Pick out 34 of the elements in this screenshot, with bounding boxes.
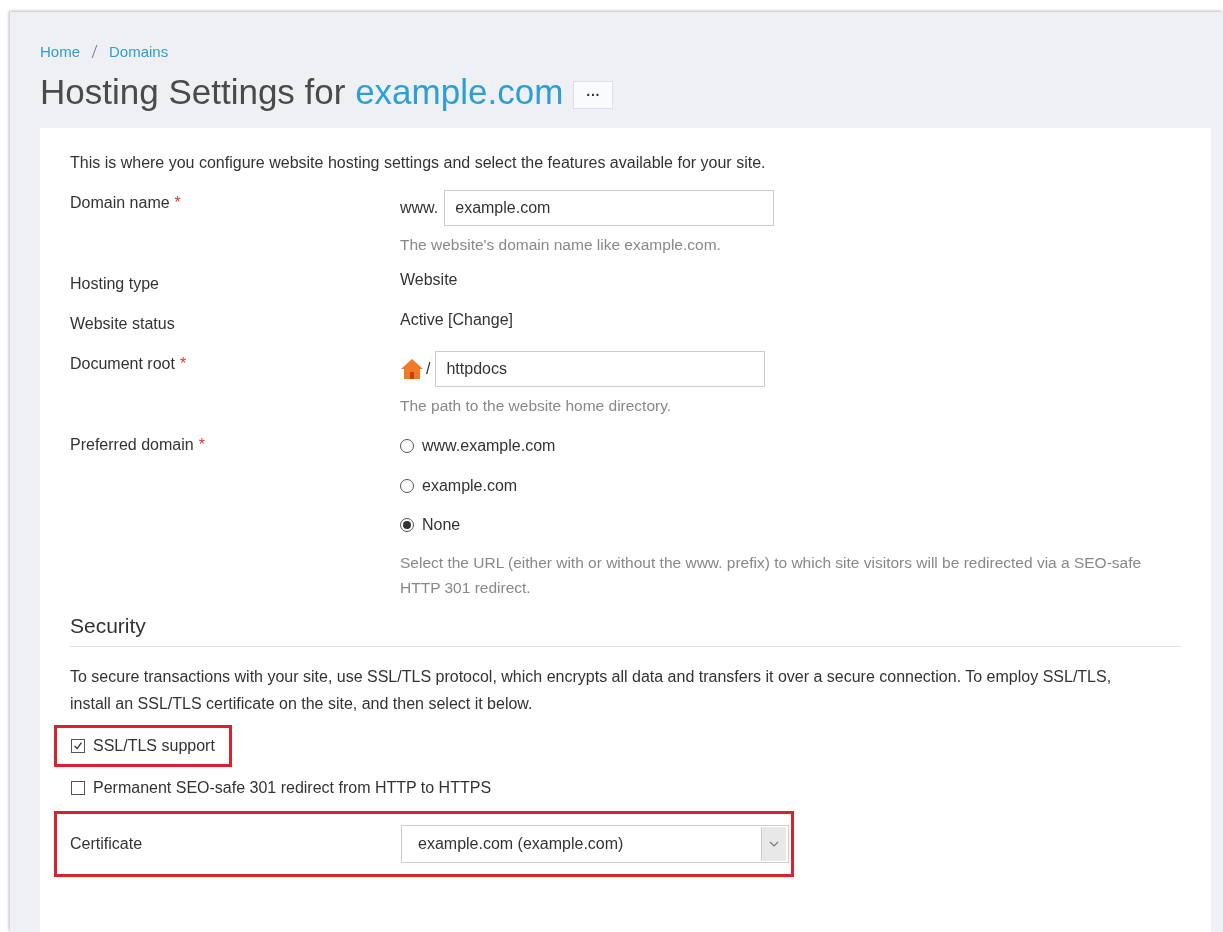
security-description: To secure transactions with your site, use SSL/TLS protocol, which encrypts all data and transfers it over a secure connection. To employ SSL/TLS, install an SSL/TLS certificate on the site, and then select it below. [70, 667, 1113, 714]
checkbox-label: SSL/TLS support [93, 737, 215, 755]
radio-label: example.com [422, 476, 518, 495]
field-value: Active [400, 311, 444, 329]
field-label: Certificate [70, 835, 144, 853]
intro-text: This is where you configure website hosting settings and select the features available for your site. [70, 153, 767, 173]
more-button[interactable]: ··· [573, 81, 614, 109]
hint-text: The website's domain name like example.com. [400, 235, 722, 255]
hint-text: The path to the website home directory. [400, 396, 673, 416]
field-label: Document root [70, 355, 175, 372]
house-icon [400, 358, 424, 380]
checkbox[interactable] [71, 781, 85, 795]
radio-label: None [422, 515, 461, 534]
required-mark: * [198, 436, 205, 453]
hint-text: Select the URL (either with or without the www. prefix) to which site visitors will be redirected via a SEO-safe HTTP 301 redirect. [400, 553, 1143, 598]
field-label: Hosting type [70, 275, 159, 292]
required-mark: * [179, 355, 187, 372]
required-mark: * [174, 194, 181, 211]
section-heading: Security [70, 614, 1181, 647]
checkbox[interactable] [71, 739, 85, 753]
radio-label: www.example.com [422, 437, 556, 455]
domain-input-field[interactable]: example.com [444, 190, 775, 226]
separator-text: / [426, 360, 431, 378]
change-link[interactable]: [Change] [448, 311, 513, 329]
document-root-field[interactable]: httpdocs [435, 351, 766, 387]
field-label: Website status [70, 315, 175, 332]
page-title: Hosting Settings for example.com [40, 72, 564, 112]
field-value: Website [400, 271, 458, 288]
caret-icon [769, 841, 779, 847]
field-label: Domain name [70, 194, 170, 211]
certificate-select[interactable]: example.com (example.com) [401, 825, 789, 863]
prefix-text: www. [400, 199, 439, 217]
checkbox-label: Permanent SEO-safe 301 redirect from HTTP to HTTPS [93, 779, 492, 797]
field-label: Preferred domain [70, 436, 194, 453]
